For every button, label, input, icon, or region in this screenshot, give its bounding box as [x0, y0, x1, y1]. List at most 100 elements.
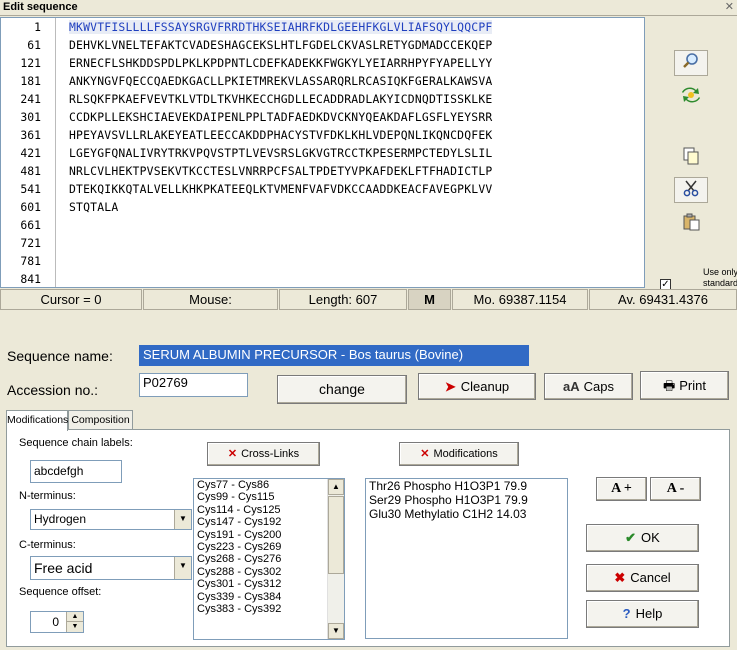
caps-button[interactable]: aA Caps — [544, 373, 633, 400]
line-number: 541 — [20, 182, 41, 196]
spin-down-icon[interactable]: ▼ — [67, 622, 83, 631]
cross-links-button[interactable]: ✕ Cross-Links — [207, 442, 320, 466]
accession-input[interactable]: P02769 — [139, 373, 248, 397]
modifications-label: Modifications — [433, 448, 498, 460]
tab-modifications[interactable]: Modifications — [6, 410, 68, 431]
ok-button[interactable]: ✔ OK — [586, 524, 699, 552]
sequence-length: Length: 607 — [279, 289, 407, 310]
tab-composition[interactable]: Composition — [68, 410, 133, 430]
sequence-text[interactable]: STQTALA — [69, 200, 118, 214]
print-button[interactable]: 🖶 Print — [640, 371, 729, 400]
sequence-text[interactable]: CCDKPLLEKSHCIAEVEKDAIPENLPPLTADFAEDKDVCK… — [69, 110, 492, 124]
change-button[interactable]: change — [277, 375, 407, 404]
sequence-line[interactable]: 601 STQTALA — [1, 200, 644, 218]
cross-link-item[interactable]: Cys147 - Cys192 — [194, 516, 344, 528]
modification-item[interactable]: Glu30 Methylatio C1H2 14.03 — [366, 507, 567, 521]
sequence-line[interactable]: 1 MKWVTFISLLLLFSSAYSRGVFRRDTHKSEIAHRFKDLG… — [1, 20, 644, 38]
sequence-line[interactable]: 661 — [1, 218, 644, 236]
modifications-panel: Sequence chain labels: abcdefgh N-termin… — [6, 429, 730, 647]
copy-button[interactable] — [674, 145, 708, 171]
modifications-button[interactable]: ✕ Modifications — [399, 442, 519, 466]
help-button[interactable]: ? Help — [586, 600, 699, 628]
sequence-line[interactable]: 481 NRLCVLHEKTPVSEKVTKCCTESLVNRRPCFSALTPD… — [1, 164, 644, 182]
sequence-text[interactable]: HPEYAVSVLLRLAKEYEATLEECCAKDDPHACYSTVFDKL… — [69, 128, 492, 142]
paste-button[interactable] — [674, 211, 708, 237]
sequence-line[interactable]: 241 RLSQKFPKAEFVEVTKLVTDLTKVHKECCHGDLLECA… — [1, 92, 644, 110]
cross-link-item[interactable]: Cys288 - Cys302 — [194, 566, 344, 578]
cross-link-item[interactable]: Cys114 - Cys125 — [194, 504, 344, 516]
cross-links-scrollbar[interactable]: ▲ ▼ — [327, 479, 344, 639]
question-mark-icon: ? — [622, 606, 631, 621]
line-number: 1 — [34, 20, 41, 34]
line-number: 361 — [20, 128, 41, 142]
cancel-label: Cancel — [630, 570, 671, 585]
cross-link-item[interactable]: Cys268 - Cys276 — [194, 553, 344, 565]
sequence-text[interactable]: ANKYNGVFQECCQAEDKGACLLPKIETMREKVLASSARQR… — [69, 74, 492, 88]
cut-button[interactable] — [674, 177, 708, 203]
line-number: 841 — [20, 272, 41, 286]
mass-mode-toggle[interactable]: M — [408, 289, 451, 310]
cross-links-list[interactable]: Cys77 - Cys86 Cys99 - Cys115 Cys114 - Cys1… — [193, 478, 345, 640]
close-icon[interactable]: ✕ — [725, 0, 734, 13]
modification-item[interactable]: Ser29 Phospho H1O3P1 79.9 — [366, 493, 567, 507]
sequence-name-input[interactable]: SERUM ALBUMIN PRECURSOR - Bos taurus (Bo… — [139, 345, 529, 366]
cross-link-item[interactable]: Cys223 - Cys269 — [194, 541, 344, 553]
sequence-line[interactable]: 781 — [1, 254, 644, 272]
line-number: 181 — [20, 74, 41, 88]
scroll-thumb[interactable] — [328, 496, 344, 574]
sequence-line[interactable]: 61 DEHVKLVNELTEFAKTCVADESHAGCEKSLHTLFGDEL… — [1, 38, 644, 56]
mouse-position: Mouse: — [143, 289, 278, 310]
sequence-text[interactable]: DEHVKLVNELTEFAKTCVADESHAGCEKSLHTLFGDELCK… — [69, 38, 492, 52]
sequence-text[interactable]: NRLCVLHEKTPVSEKVTKCCTESLVNRRPCFSALTPDETY… — [69, 164, 492, 178]
chevron-down-icon[interactable]: ▼ — [174, 557, 191, 579]
cross-link-item[interactable]: Cys99 - Cys115 — [194, 491, 344, 503]
find-replace-button[interactable] — [674, 84, 708, 110]
monoisotopic-mass: Mo. 69387.1154 — [452, 289, 588, 310]
line-number: 481 — [20, 164, 41, 178]
sequence-text[interactable]: DTEKQIKKQTALVELLKHKPKATEEQLKTVMENFVAFVDK… — [69, 182, 492, 196]
sequence-text[interactable]: RLSQKFPKAEFVEVTKLVTDLTKVHKECCHGDLLECADDR… — [69, 92, 492, 106]
find-button[interactable] — [674, 50, 708, 76]
c-terminus-select[interactable]: Free acid ▼ — [30, 556, 192, 580]
sequence-toolbar: ✓ Use only standard residues — [648, 17, 737, 304]
font-decrease-button[interactable]: A - — [650, 477, 701, 501]
sequence-line[interactable]: 301 CCDKPLLEKSHCIAEVEKDAIPENLPPLTADFAEDKD… — [1, 110, 644, 128]
c-terminus-label: C-terminus: — [19, 539, 76, 551]
line-number: 721 — [20, 236, 41, 250]
chain-labels-input[interactable]: abcdefgh — [30, 460, 122, 483]
cross-icon: ✕ — [420, 448, 430, 460]
sequence-text[interactable]: ERNECFLSHKDDSPDLPKLKPDPNTLCDEFKADEKKFWGK… — [69, 56, 492, 70]
line-number: 601 — [20, 200, 41, 214]
spin-up-icon[interactable]: ▲ — [67, 612, 83, 622]
sequence-line[interactable]: 361 HPEYAVSVLLRLAKEYEATLEECCAKDDPHACYSTVF… — [1, 128, 644, 146]
font-increase-button[interactable]: A + — [596, 477, 647, 501]
scroll-down-icon[interactable]: ▼ — [328, 623, 344, 639]
average-mass: Av. 69431.4376 — [589, 289, 737, 310]
n-terminus-label: N-terminus: — [19, 490, 76, 502]
sequence-offset-label: Sequence offset: — [19, 586, 102, 598]
cross-link-item[interactable]: Cys191 - Cys200 — [194, 529, 344, 541]
cross-link-item[interactable]: Cys77 - Cys86 — [194, 479, 344, 491]
sequence-text[interactable]: LGEYGFQNALIVRYTRKVPQVSTPTLVEVSRSLGKVGTRC… — [69, 146, 492, 160]
line-number: 61 — [27, 38, 41, 52]
cross-link-item[interactable]: Cys301 - Cys312 — [194, 578, 344, 590]
sequence-text[interactable]: MKWVTFISLLLLFSSAYSRGVFRRDTHKSEIAHRFKDLGE… — [69, 20, 493, 34]
n-terminus-select[interactable]: Hydrogen ▼ — [30, 509, 192, 530]
sequence-line[interactable]: 541 DTEKQIKKQTALVELLKHKPKATEEQLKTVMENFVAF… — [1, 182, 644, 200]
sequence-line[interactable]: 421 LGEYGFQNALIVRYTRKVPQVSTPTLVEVSRSLGKVG… — [1, 146, 644, 164]
cross-link-item[interactable]: Cys383 - Cys392 — [194, 603, 344, 615]
sequence-line[interactable]: 841 — [1, 272, 644, 287]
scroll-up-icon[interactable]: ▲ — [328, 479, 344, 495]
sequence-editor[interactable]: 1 MKWVTFISLLLLFSSAYSRGVFRRDTHKSEIAHRFKDLG… — [0, 17, 645, 288]
chevron-down-icon[interactable]: ▼ — [174, 510, 191, 529]
sequence-line[interactable]: 721 — [1, 236, 644, 254]
cross-link-item[interactable]: Cys339 - Cys384 — [194, 591, 344, 603]
sequence-line[interactable]: 121 ERNECFLSHKDDSPDLPKLKPDPNTLCDEFKADEKKF… — [1, 56, 644, 74]
modifications-list[interactable]: Thr26 Phospho H1O3P1 79.9 Ser29 Phospho H… — [365, 478, 568, 639]
sequence-line[interactable]: 181 ANKYNGVFQECCQAEDKGACLLPKIETMREKVLASSA… — [1, 74, 644, 92]
cancel-button[interactable]: ✖ Cancel — [586, 564, 699, 592]
offset-spinner[interactable]: ▲ ▼ — [66, 612, 83, 632]
modification-item[interactable]: Thr26 Phospho H1O3P1 79.9 — [366, 479, 567, 493]
accession-label: Accession no.: — [7, 382, 99, 398]
cleanup-button[interactable]: ➤ Cleanup — [418, 373, 536, 400]
